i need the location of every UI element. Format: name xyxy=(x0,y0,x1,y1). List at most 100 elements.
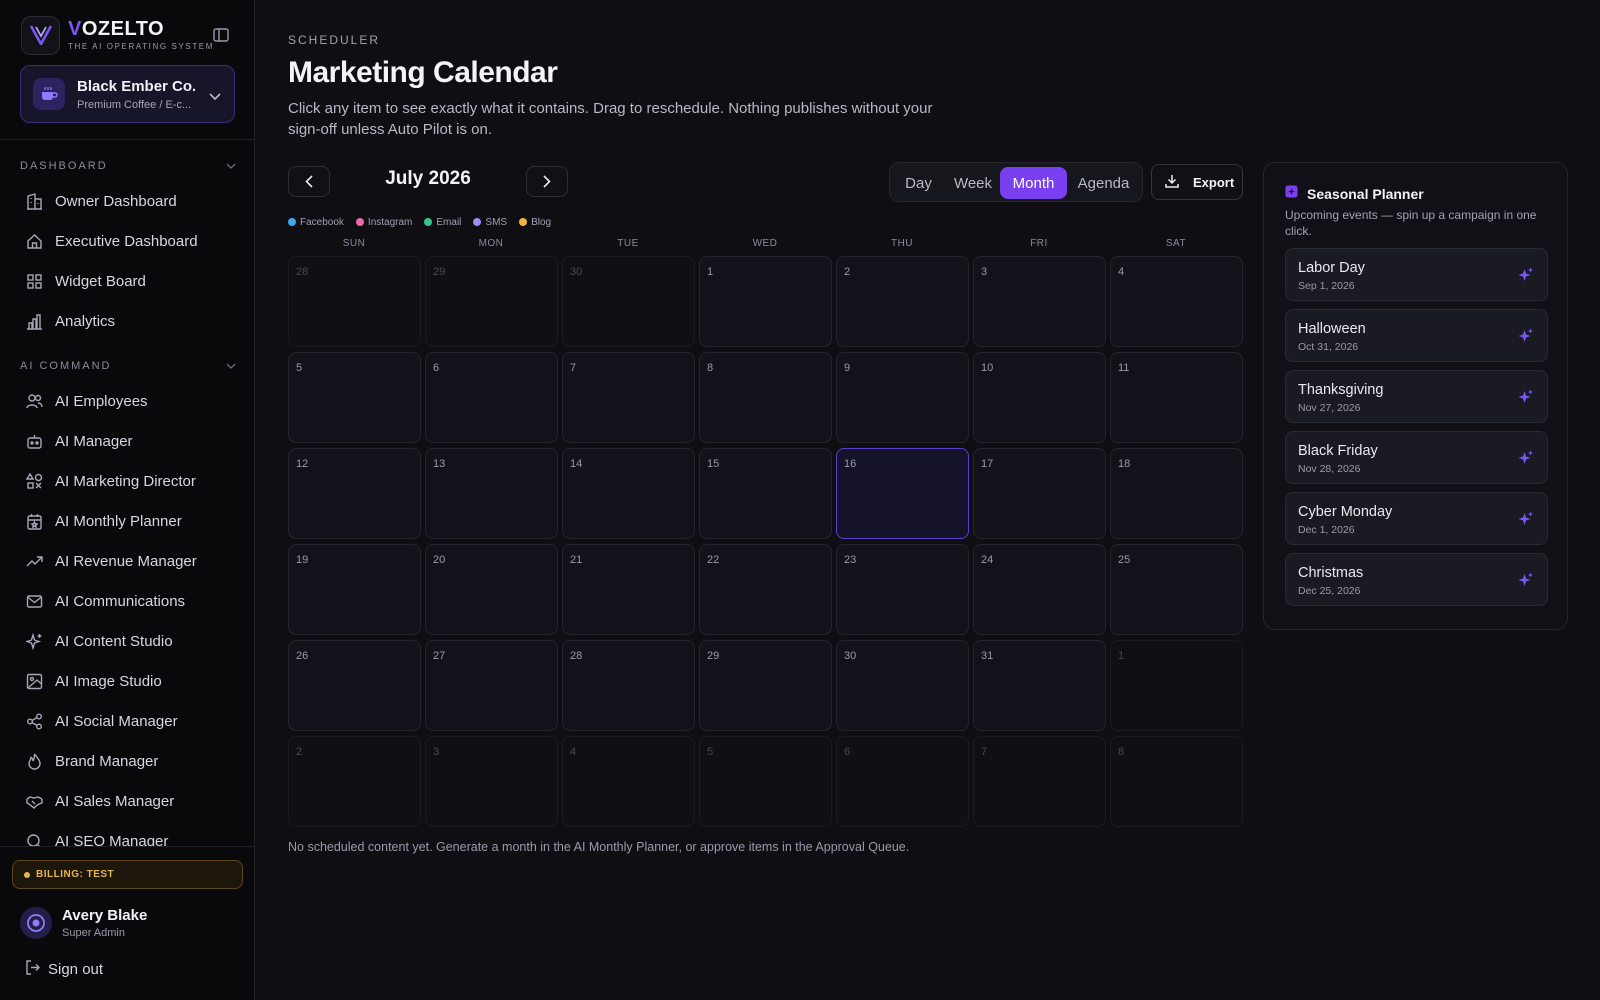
calendar-day[interactable]: 4 xyxy=(1110,256,1243,347)
sidebar-item-owner-dashboard[interactable]: Owner Dashboard xyxy=(26,189,236,213)
calendar-day[interactable]: 10 xyxy=(973,352,1106,443)
workspace-subtitle: Premium Coffee / E-c... xyxy=(77,98,192,111)
tab-month[interactable]: Month xyxy=(1000,167,1067,199)
sidebar-item-analytics[interactable]: Analytics xyxy=(26,309,236,333)
calendar-day[interactable]: 28 xyxy=(288,256,421,347)
sign-out-button[interactable]: Sign out xyxy=(25,960,103,979)
calendar-day[interactable]: 5 xyxy=(288,352,421,443)
event-card-cyber-monday[interactable]: Cyber Monday Dec 1, 2026 xyxy=(1285,492,1548,545)
calendar-day[interactable]: 15 xyxy=(699,448,832,539)
sidebar-item-executive-dashboard[interactable]: Executive Dashboard xyxy=(26,229,236,253)
event-date: Dec 1, 2026 xyxy=(1298,524,1355,536)
workspace-switcher[interactable]: Black Ember Co... Premium Coffee / E-c..… xyxy=(20,65,235,123)
calendar-day[interactable]: 23 xyxy=(836,544,969,635)
event-card-christmas[interactable]: Christmas Dec 25, 2026 xyxy=(1285,553,1548,606)
sidebar-item-ai-sales-manager[interactable]: AI Sales Manager xyxy=(26,789,236,813)
day-number: 10 xyxy=(981,362,994,374)
calendar-day[interactable]: 9 xyxy=(836,352,969,443)
calendar-day[interactable]: 1 xyxy=(1110,640,1243,731)
calendar-day[interactable]: 13 xyxy=(425,448,558,539)
calendar-day[interactable]: 4 xyxy=(562,736,695,827)
calendar-day[interactable]: 20 xyxy=(425,544,558,635)
calendar-day[interactable]: 8 xyxy=(1110,736,1243,827)
event-card-labor-day[interactable]: Labor Day Sep 1, 2026 xyxy=(1285,248,1548,301)
calendar-day[interactable]: 27 xyxy=(425,640,558,731)
calendar-day[interactable]: 17 xyxy=(973,448,1106,539)
event-name: Thanksgiving xyxy=(1298,382,1384,398)
calendar-day[interactable]: 30 xyxy=(836,640,969,731)
section-header-ai-command[interactable]: AI COMMAND xyxy=(20,358,236,374)
calendar-day[interactable]: 3 xyxy=(425,736,558,827)
calendar-day[interactable]: 29 xyxy=(699,640,832,731)
handshake-icon xyxy=(26,793,43,810)
calendar-day[interactable]: 7 xyxy=(562,352,695,443)
calendar-day[interactable]: 21 xyxy=(562,544,695,635)
day-number: 12 xyxy=(296,458,309,470)
sparkles-icon[interactable] xyxy=(1517,571,1535,589)
logo-icon xyxy=(21,15,60,55)
event-card-black-friday[interactable]: Black Friday Nov 28, 2026 xyxy=(1285,431,1548,484)
calendar-day[interactable]: 3 xyxy=(973,256,1106,347)
export-button[interactable]: Export xyxy=(1151,164,1243,200)
calendar-day[interactable]: 18 xyxy=(1110,448,1243,539)
sidebar-item-ai-image-studio[interactable]: AI Image Studio xyxy=(26,669,236,693)
home-icon xyxy=(26,233,43,250)
calendar-day[interactable]: 12 xyxy=(288,448,421,539)
sparkles-icon[interactable] xyxy=(1517,266,1535,284)
prev-month-button[interactable] xyxy=(288,166,330,197)
next-month-button[interactable] xyxy=(526,166,568,197)
sparkles-icon[interactable] xyxy=(1517,510,1535,528)
calendar-day[interactable]: 5 xyxy=(699,736,832,827)
day-number: 23 xyxy=(844,554,857,566)
tab-day[interactable]: Day xyxy=(894,167,943,199)
sidebar-item-ai-communications[interactable]: AI Communications xyxy=(26,589,236,613)
divider xyxy=(0,846,255,847)
calendar-day[interactable]: 26 xyxy=(288,640,421,731)
calendar-day[interactable]: 19 xyxy=(288,544,421,635)
sparkles-icon[interactable] xyxy=(1517,388,1535,406)
event-card-thanksgiving[interactable]: Thanksgiving Nov 27, 2026 xyxy=(1285,370,1548,423)
brand[interactable]: VOZELTO THE AI OPERATING SYSTEM xyxy=(21,15,236,55)
sidebar-item-ai-seo-manager[interactable]: AI SEO Manager xyxy=(26,829,236,846)
day-number: 1 xyxy=(707,266,714,278)
calendar-day[interactable]: 24 xyxy=(973,544,1106,635)
calendar-day[interactable]: 2 xyxy=(288,736,421,827)
day-number: 5 xyxy=(707,746,714,758)
calendar-day-today[interactable]: 16 xyxy=(836,448,969,539)
event-name: Black Friday xyxy=(1298,443,1378,459)
calendar-day[interactable]: 7 xyxy=(973,736,1106,827)
sparkles-icon[interactable] xyxy=(1517,327,1535,345)
calendar-day[interactable]: 14 xyxy=(562,448,695,539)
sidebar-item-ai-manager[interactable]: AI Manager xyxy=(26,429,236,453)
sparkles-icon[interactable] xyxy=(1517,449,1535,467)
calendar-day[interactable]: 28 xyxy=(562,640,695,731)
calendar-day[interactable]: 8 xyxy=(699,352,832,443)
calendar-day[interactable]: 22 xyxy=(699,544,832,635)
tab-agenda[interactable]: Agenda xyxy=(1067,167,1140,199)
sidebar-item-brand-manager[interactable]: Brand Manager xyxy=(26,749,236,773)
sidebar-item-ai-content-studio[interactable]: AI Content Studio xyxy=(26,629,236,653)
calendar-day[interactable]: 25 xyxy=(1110,544,1243,635)
event-name: Labor Day xyxy=(1298,260,1365,276)
sidebar-item-ai-monthly-planner[interactable]: AI Monthly Planner xyxy=(26,509,236,533)
billing-badge[interactable]: BILLING: TEST xyxy=(12,860,243,889)
sidebar-item-ai-revenue-manager[interactable]: AI Revenue Manager xyxy=(26,549,236,573)
tab-week[interactable]: Week xyxy=(943,167,1003,199)
sidebar-item-ai-social-manager[interactable]: AI Social Manager xyxy=(26,709,236,733)
building-icon xyxy=(26,192,43,210)
calendar-day[interactable]: 6 xyxy=(425,352,558,443)
calendar-day[interactable]: 11 xyxy=(1110,352,1243,443)
sidebar-item-ai-employees[interactable]: AI Employees xyxy=(26,389,236,413)
calendar-day[interactable]: 31 xyxy=(973,640,1106,731)
calendar-day[interactable]: 30 xyxy=(562,256,695,347)
sidebar-item-widget-board[interactable]: Widget Board xyxy=(26,269,236,293)
calendar-day[interactable]: 2 xyxy=(836,256,969,347)
event-card-halloween[interactable]: Halloween Oct 31, 2026 xyxy=(1285,309,1548,362)
section-header-dashboard[interactable]: DASHBOARD xyxy=(20,158,236,174)
calendar-day[interactable]: 1 xyxy=(699,256,832,347)
user-profile[interactable]: Avery Blake Super Admin xyxy=(20,906,235,940)
calendar-day[interactable]: 6 xyxy=(836,736,969,827)
sidebar-toggle-icon[interactable] xyxy=(212,26,230,44)
sidebar-item-ai-marketing-director[interactable]: AI Marketing Director xyxy=(26,469,236,493)
calendar-day[interactable]: 29 xyxy=(425,256,558,347)
